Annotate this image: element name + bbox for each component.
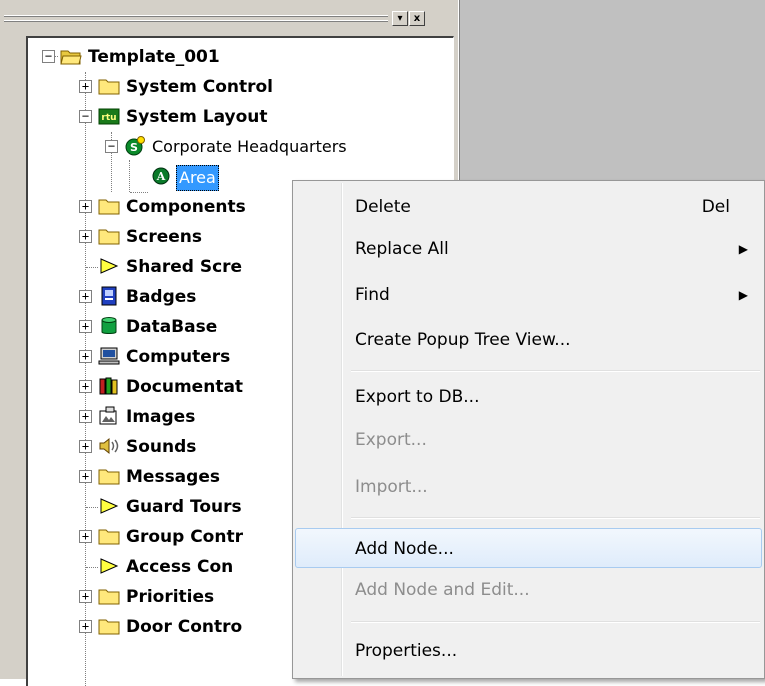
database-icon	[101, 317, 117, 334]
tree-connector	[86, 507, 98, 508]
tree-node-label: Door Contro	[126, 617, 243, 637]
menu-item-find[interactable]: Find ▶	[295, 275, 762, 315]
svg-text:rtu: rtu	[101, 113, 116, 123]
menu-separator	[351, 621, 760, 623]
tree-node-label: Messages	[126, 467, 220, 487]
expand-icon[interactable]: +	[79, 440, 92, 453]
context-menu: Delete Del Replace All ▶ Find ▶ Create P…	[292, 180, 765, 679]
badge-icon	[101, 286, 117, 306]
images-icon	[99, 406, 117, 425]
menu-item-add-node[interactable]: Add Node...	[295, 528, 762, 568]
expand-icon[interactable]: +	[79, 590, 92, 603]
menu-item-create-popup-tree-view[interactable]: Create Popup Tree View...	[295, 320, 762, 360]
folder-icon	[98, 469, 120, 485]
tree-node-label: Components	[126, 197, 246, 217]
submenu-arrow-icon: ▶	[738, 242, 748, 256]
open-folder-icon	[60, 50, 82, 65]
play-triangle-icon	[100, 258, 119, 274]
menu-item-add-node-and-edit: Add Node and Edit...	[355, 580, 530, 600]
computer-icon	[98, 347, 120, 365]
expand-icon[interactable]: +	[79, 530, 92, 543]
submenu-arrow-icon: ▶	[738, 288, 748, 302]
folder-icon	[98, 79, 120, 95]
folder-icon	[98, 229, 120, 245]
folder-icon	[98, 589, 120, 605]
menu-separator	[351, 370, 760, 372]
folder-icon	[98, 199, 120, 215]
expand-icon[interactable]: +	[79, 290, 92, 303]
svg-text:A: A	[156, 170, 166, 183]
expand-icon[interactable]: +	[79, 470, 92, 483]
tree-node-label: Sounds	[126, 437, 197, 457]
menu-item-properties[interactable]: Properties...	[295, 631, 762, 671]
tree-node-label: Corporate Headquarters	[152, 137, 347, 156]
menu-item-delete[interactable]: Delete Del	[295, 187, 762, 227]
menu-item-import: Import...	[355, 477, 428, 497]
speaker-icon	[99, 437, 119, 455]
area-icon: A	[152, 167, 170, 185]
rtu-icon: rtu	[98, 108, 120, 125]
tree-node-label: Computers	[126, 347, 231, 367]
books-icon	[99, 377, 118, 395]
tree-connector	[86, 267, 98, 268]
tree-connector	[86, 567, 98, 568]
tree-node-label: Access Con	[126, 557, 234, 577]
expand-icon[interactable]: +	[79, 350, 92, 363]
site-icon: S	[125, 136, 145, 156]
tree-node-label: Documentat	[126, 377, 244, 397]
folder-icon	[98, 529, 120, 545]
menu-item-export-to-db[interactable]: Export to DB...	[295, 377, 762, 417]
collapse-icon[interactable]: −	[79, 110, 92, 123]
menu-separator	[351, 517, 760, 519]
tree-node-label: System Control	[126, 77, 274, 97]
tree-node-label: Priorities	[126, 587, 215, 607]
tree-node-label: DataBase	[126, 317, 218, 337]
svg-text:S: S	[130, 141, 138, 154]
tree-node-label: Screens	[126, 227, 202, 247]
expand-icon[interactable]: +	[79, 230, 92, 243]
menu-item-export: Export...	[355, 430, 427, 450]
play-triangle-icon	[100, 498, 119, 514]
panel-minimize-button[interactable]: ▾	[392, 11, 408, 26]
tree-node-label: Images	[126, 407, 196, 427]
panel-close-button[interactable]: x	[409, 11, 425, 26]
expand-icon[interactable]: +	[79, 380, 92, 393]
tree-node-label: Badges	[126, 287, 197, 307]
tree-connector	[129, 160, 130, 192]
panel-grip[interactable]	[4, 14, 388, 25]
tree-node-label: Shared Scre	[126, 257, 243, 277]
expand-icon[interactable]: +	[79, 410, 92, 423]
folder-icon	[98, 619, 120, 635]
collapse-icon[interactable]: −	[105, 140, 118, 153]
expand-icon[interactable]: +	[79, 80, 92, 93]
collapse-icon[interactable]: −	[42, 50, 55, 63]
tree-node-label: Group Contr	[126, 527, 243, 547]
tree-node-label: System Layout	[126, 107, 268, 127]
menu-shortcut: Del	[701, 197, 730, 217]
expand-icon[interactable]: +	[79, 320, 92, 333]
tree-node-label: Guard Tours	[126, 497, 242, 517]
expand-icon[interactable]: +	[79, 200, 92, 213]
tree-node-label-selected: Area	[176, 165, 219, 191]
tree-node-label: Template_001	[88, 47, 220, 67]
expand-icon[interactable]: +	[79, 620, 92, 633]
play-triangle-icon	[100, 558, 119, 574]
menu-item-replace-all[interactable]: Replace All ▶	[295, 229, 762, 269]
